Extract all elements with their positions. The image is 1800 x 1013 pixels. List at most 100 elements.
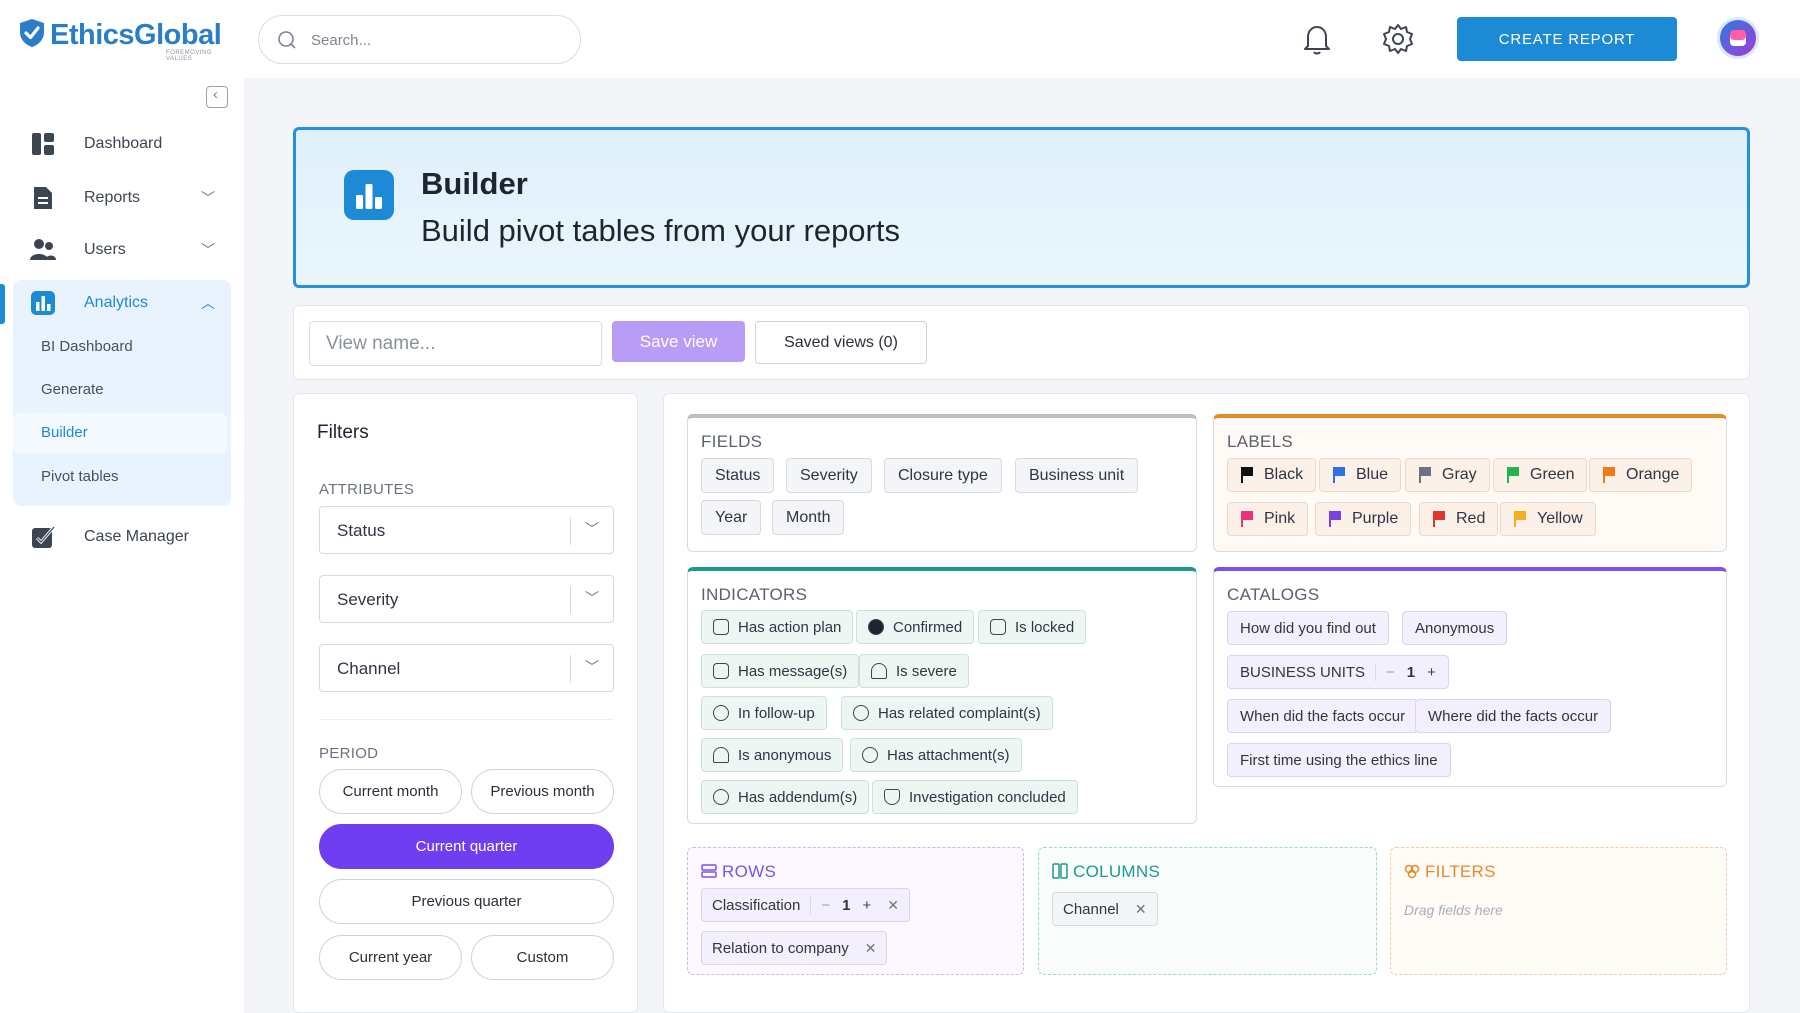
label-chip-green[interactable]: Green (1493, 458, 1588, 492)
case-manager-icon (32, 526, 56, 548)
confirmed-icon (868, 619, 884, 635)
quantity-stepper[interactable]: −1 + (810, 896, 871, 914)
brand-logo[interactable]: EthicsGlobal FOREMOVING VALUES (18, 18, 222, 62)
row-chip-classification[interactable]: Classification −1 + ✕ (701, 888, 910, 922)
period-current-quarter[interactable]: Current quarter (319, 824, 614, 869)
column-chip-channel[interactable]: Channel ✕ (1052, 892, 1158, 926)
sidebar-subitem-generate[interactable]: Generate (41, 381, 104, 398)
builder-header-card: Builder Build pivot tables from your rep… (293, 127, 1750, 288)
field-chip[interactable]: Severity (786, 458, 872, 493)
sidebar-item-case-manager[interactable]: Case Manager (30, 517, 215, 557)
period-previous-quarter[interactable]: Previous quarter (319, 879, 614, 924)
channel-select[interactable]: Channel ﹀ (319, 644, 614, 692)
sidebar-subitem-builder[interactable]: Builder (41, 424, 88, 441)
sidebar-item-users[interactable]: Users ﹀ (30, 230, 215, 270)
chevron-down-icon: ﹀ (585, 521, 599, 537)
label-name: Blue (1356, 466, 1389, 483)
indicator-chip[interactable]: Is severe (859, 654, 969, 688)
catalogs-title: CATALOGS (1227, 585, 1320, 604)
period-previous-month[interactable]: Previous month (471, 769, 614, 814)
bell-icon[interactable] (1302, 22, 1332, 56)
remove-icon[interactable]: ✕ (1135, 901, 1147, 918)
indicator-chip[interactable]: Has addendum(s) (701, 780, 870, 814)
label-chip-red[interactable]: Red (1419, 502, 1499, 536)
increment-button[interactable]: + (1427, 664, 1436, 681)
columns-dropzone[interactable]: COLUMNS Channel ✕ (1038, 847, 1377, 975)
status-select[interactable]: Status ﹀ (319, 506, 614, 554)
saved-views-button[interactable]: Saved views (0) (755, 321, 927, 364)
indicator-label: Is locked (1015, 618, 1075, 636)
addendum-icon (713, 789, 729, 805)
label-chip-blue[interactable]: Blue (1319, 458, 1402, 492)
catalog-chip[interactable]: When did the facts occur (1227, 699, 1419, 733)
sidebar-item-dashboard[interactable]: Dashboard (30, 124, 215, 164)
label-chip-orange[interactable]: Orange (1589, 458, 1693, 492)
save-view-button[interactable]: Save view (612, 321, 745, 362)
row-label: Relation to company (712, 939, 849, 957)
field-chip[interactable]: Closure type (884, 458, 1002, 493)
indicator-chip[interactable]: Has related complaint(s) (841, 696, 1053, 730)
columns-title: COLUMNS (1073, 862, 1161, 881)
indicator-chip[interactable]: Is anonymous (701, 738, 844, 772)
sidebar-subitem-pivot-tables[interactable]: Pivot tables (41, 468, 119, 485)
select-value: Severity (337, 590, 399, 609)
flag-icon (1418, 466, 1432, 484)
label-chip-purple[interactable]: Purple (1315, 502, 1412, 536)
period-custom[interactable]: Custom (471, 935, 614, 980)
sidebar-item-analytics[interactable]: Analytics ︿ (30, 283, 215, 323)
indicator-chip[interactable]: Is locked (978, 610, 1087, 644)
catalog-chip[interactable]: How did you find out (1227, 611, 1389, 645)
sidebar-subitem-bi-dashboard[interactable]: BI Dashboard (41, 338, 133, 355)
user-icon (713, 747, 729, 763)
period-current-month[interactable]: Current month (319, 769, 462, 814)
indicator-label: Has message(s) (738, 662, 848, 680)
catalog-chip[interactable]: First time using the ethics line (1227, 743, 1451, 777)
indicator-chip[interactable]: Has action plan (701, 610, 854, 644)
sidebar-item-reports[interactable]: Reports ﹀ (30, 178, 215, 218)
decrement-button[interactable]: − (1386, 664, 1395, 681)
flag-icon (1602, 466, 1616, 484)
filters-panel: Filters ATTRIBUTES Status ﹀ Severity ﹀ Cha… (293, 393, 638, 1013)
quantity-stepper[interactable]: −1 + (1375, 663, 1436, 681)
rows-dropzone[interactable]: ROWS Classification −1 + ✕ Relation to co… (687, 847, 1024, 975)
search-input[interactable] (311, 28, 561, 52)
label-chip-gray[interactable]: Gray (1405, 458, 1490, 492)
alarm-icon (871, 663, 887, 679)
row-chip-relation[interactable]: Relation to company ✕ (701, 931, 888, 965)
label-chip-pink[interactable]: Pink (1227, 502, 1309, 536)
rows-icon (701, 864, 717, 878)
catalogs-box: CATALOGS How did you find out Anonymous … (1213, 567, 1727, 787)
indicator-chip[interactable]: Has message(s) (701, 654, 860, 688)
increment-button[interactable]: + (862, 897, 871, 914)
field-chip[interactable]: Status (701, 458, 775, 493)
decrement-button[interactable]: − (821, 897, 830, 914)
search-box[interactable] (258, 15, 581, 64)
indicator-chip[interactable]: Has attachment(s) (850, 738, 1022, 772)
period-current-year[interactable]: Current year (319, 935, 462, 980)
label-name: Purple (1352, 510, 1399, 527)
avatar[interactable] (1717, 17, 1759, 59)
label-chip-yellow[interactable]: Yellow (1500, 502, 1596, 536)
create-report-button[interactable]: CREATE REPORT (1457, 17, 1677, 61)
catalog-chip-business-units[interactable]: BUSINESS UNITS −1 + (1227, 655, 1449, 689)
severity-select[interactable]: Severity ﹀ (319, 575, 614, 623)
indicator-chip[interactable]: Investigation concluded (872, 780, 1078, 814)
collapse-sidebar-icon[interactable] (206, 86, 228, 108)
fields-box: FIELDS Status Severity Closure type Busi… (687, 414, 1197, 552)
field-chip[interactable]: Month (772, 500, 845, 535)
indicator-chip[interactable]: In follow-up (701, 696, 827, 730)
view-name-input[interactable] (309, 321, 602, 366)
field-chip[interactable]: Year (701, 500, 762, 535)
dashboard-icon (32, 133, 54, 155)
remove-icon[interactable]: ✕ (887, 897, 899, 914)
remove-icon[interactable]: ✕ (865, 940, 877, 957)
catalog-chip[interactable]: Anonymous (1402, 611, 1508, 645)
indicator-chip[interactable]: Confirmed (856, 610, 975, 644)
stepper-value: 1 (1406, 663, 1416, 681)
catalog-chip[interactable]: Where did the facts occur (1415, 699, 1612, 733)
field-chip[interactable]: Business unit (1015, 458, 1139, 493)
filters-dropzone[interactable]: FILTERS Drag fields here (1390, 847, 1727, 975)
row-label: Classification (712, 896, 801, 914)
gear-icon[interactable] (1381, 22, 1415, 56)
label-chip-black[interactable]: Black (1227, 458, 1317, 492)
